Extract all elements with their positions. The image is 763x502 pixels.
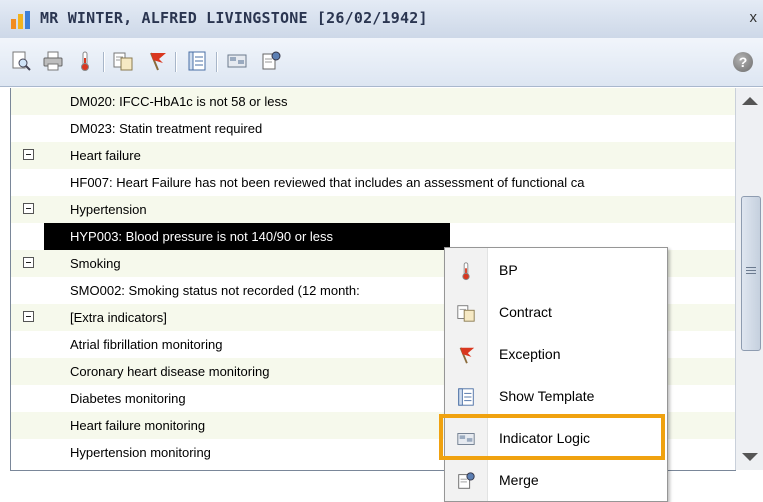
menu-item-label: Show Template	[499, 388, 595, 404]
toolbar-separator	[216, 52, 217, 72]
merge-icon	[262, 51, 281, 70]
list-item[interactable]: DM020: IFCC-HbA1c is not 58 or less	[11, 88, 736, 115]
collapse-toggle-icon[interactable]	[23, 257, 34, 268]
group-row[interactable]: Heart failure	[11, 142, 736, 169]
collapse-toggle-icon[interactable]	[23, 149, 34, 160]
toolbar-separator	[175, 52, 176, 72]
indicator-logic-button[interactable]	[224, 48, 250, 74]
collapse-toggle-icon[interactable]	[23, 311, 34, 322]
scrollbar-thumb[interactable]	[741, 196, 761, 351]
context-menu: BP Contract Exception Show Template Indi…	[444, 247, 668, 502]
menu-item-label: BP	[499, 262, 518, 278]
menu-item-contract[interactable]: Contract	[445, 292, 667, 334]
menu-item-label: Exception	[499, 346, 561, 362]
toolbar-separator	[103, 52, 104, 72]
selected-list-item[interactable]: HYP003: Blood pressure is not 140/90 or …	[11, 223, 736, 250]
menu-item-exception[interactable]: Exception	[445, 334, 667, 376]
thermometer-icon	[462, 262, 470, 281]
indicator-logic-icon	[227, 54, 247, 68]
exception-button[interactable]	[144, 48, 170, 74]
merge-button[interactable]	[258, 48, 284, 74]
menu-item-label: Contract	[499, 304, 552, 320]
group-row[interactable]: Hypertension	[11, 196, 736, 223]
menu-item-show-template[interactable]: Show Template	[445, 376, 667, 418]
print-preview-button[interactable]	[8, 48, 34, 74]
template-icon	[188, 51, 206, 71]
menu-item-merge[interactable]: Merge	[445, 460, 667, 502]
list-item[interactable]: DM023: Statin treatment required	[11, 115, 736, 142]
contract-button[interactable]	[110, 48, 136, 74]
printer-icon	[43, 51, 63, 71]
help-icon[interactable]: ?	[733, 52, 753, 72]
contract-icon	[113, 52, 133, 71]
menu-item-bp[interactable]: BP	[445, 250, 667, 292]
grip-icon	[746, 267, 756, 274]
app-chart-icon	[11, 11, 30, 29]
list-item[interactable]: HF007: Heart Failure has not been review…	[11, 169, 736, 196]
template-icon	[458, 388, 474, 406]
print-preview-icon	[12, 51, 31, 71]
highlight-annotation	[439, 414, 665, 460]
bp-button[interactable]	[72, 48, 98, 74]
merge-icon	[458, 472, 475, 489]
thermometer-icon	[81, 51, 89, 71]
vertical-scrollbar[interactable]	[735, 88, 763, 470]
print-button[interactable]	[40, 48, 66, 74]
show-template-button[interactable]	[184, 48, 210, 74]
exception-flag-icon	[150, 52, 166, 71]
close-button[interactable]: x	[750, 9, 758, 26]
window-titlebar: MR WINTER, ALFRED LIVINGSTONE [26/02/194…	[0, 0, 763, 39]
window-title: MR WINTER, ALFRED LIVINGSTONE [26/02/194…	[40, 9, 428, 27]
contract-icon	[457, 305, 475, 322]
scroll-up-arrow-icon[interactable]	[742, 97, 758, 105]
collapse-toggle-icon[interactable]	[23, 203, 34, 214]
exception-flag-icon	[459, 347, 475, 364]
scroll-down-arrow-icon[interactable]	[742, 453, 758, 461]
menu-item-label: Merge	[499, 472, 539, 488]
toolbar: ?	[0, 38, 763, 87]
